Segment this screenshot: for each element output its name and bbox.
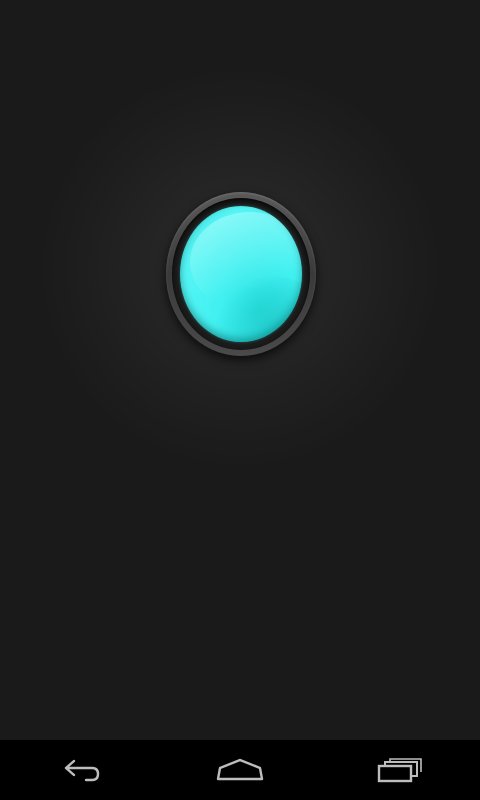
flashlight-toggle-button[interactable] — [166, 192, 316, 356]
recent-apps-button[interactable] — [350, 740, 450, 800]
flashlight-lens-icon — [180, 206, 302, 342]
home-button[interactable] — [190, 740, 290, 800]
navigation-bar — [0, 740, 480, 800]
home-icon — [216, 758, 264, 781]
phone-screen — [0, 0, 480, 800]
back-button[interactable] — [30, 740, 130, 800]
back-arrow-icon — [64, 759, 100, 782]
lens-bezel — [172, 198, 310, 350]
recent-apps-icon — [377, 758, 422, 783]
flashlight-app — [0, 0, 480, 740]
